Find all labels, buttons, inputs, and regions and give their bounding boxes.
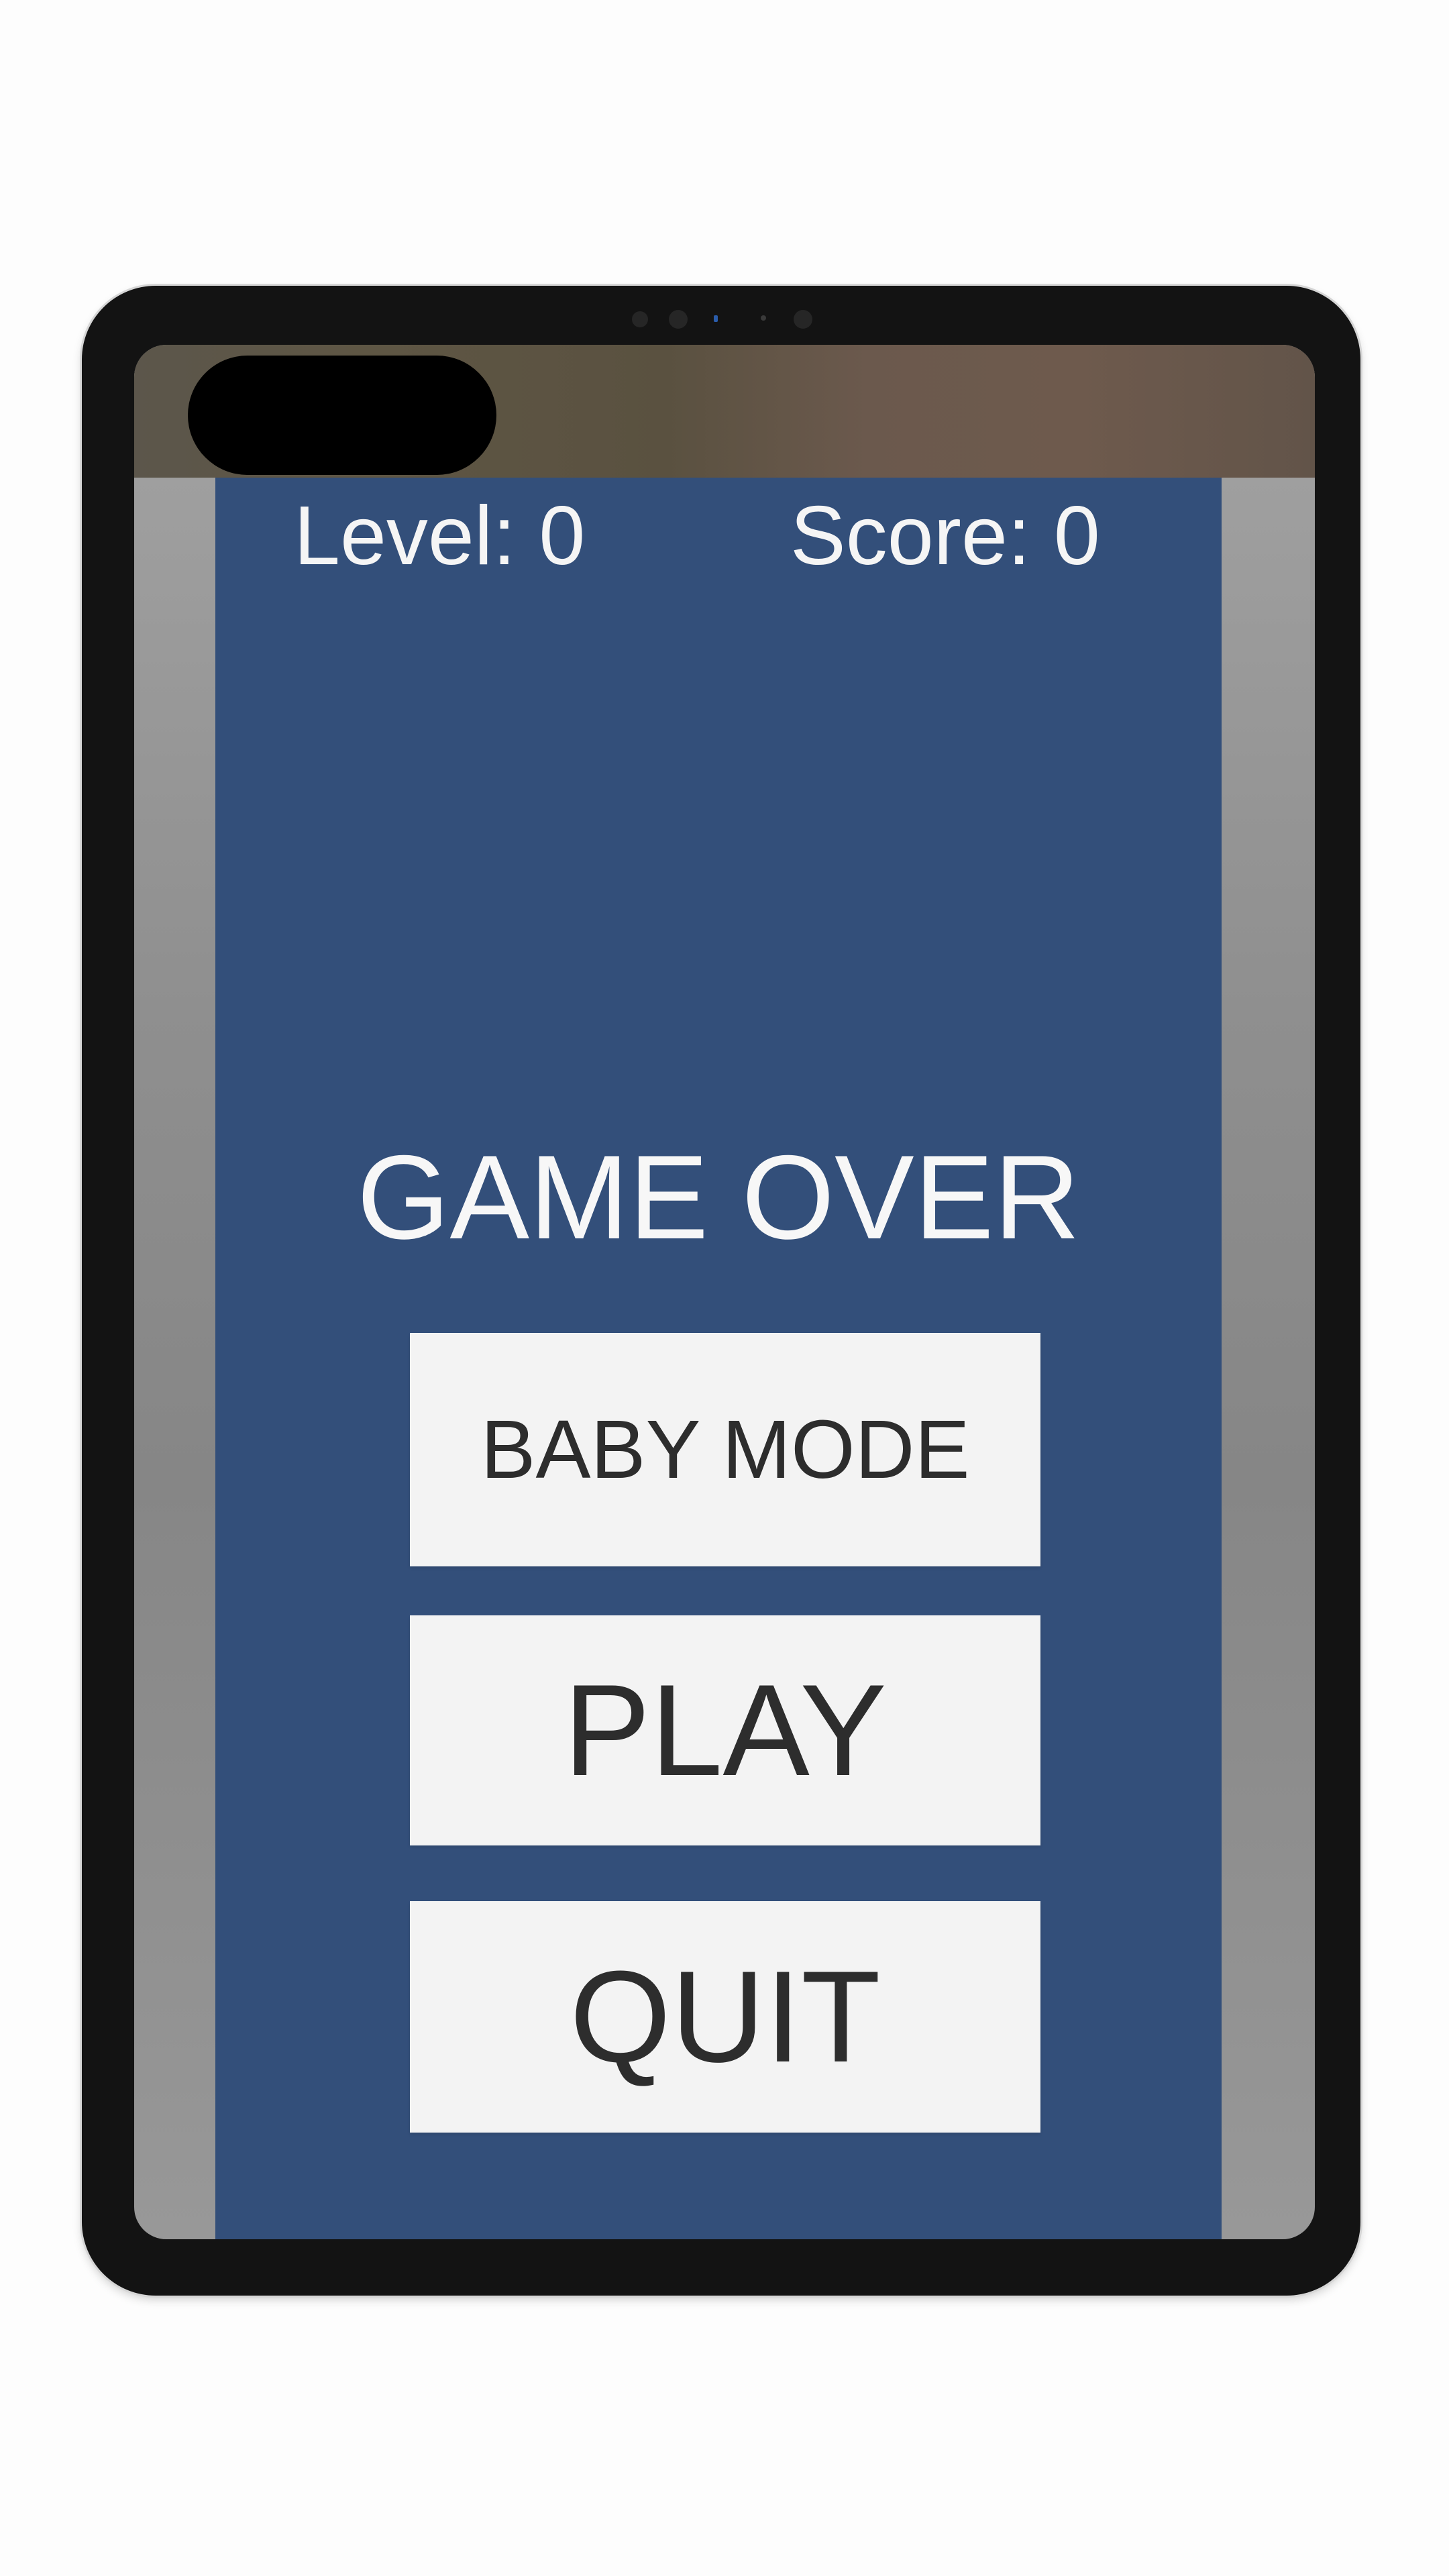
game-panel: Level: 0 Score: 0 GAME OVER BABY MODE PL… — [215, 478, 1222, 2239]
baby-mode-button[interactable]: BABY MODE — [410, 1333, 1040, 1566]
play-button[interactable]: PLAY — [410, 1615, 1040, 1845]
camera-lens-icon — [714, 315, 718, 322]
screen: Level: 0 Score: 0 GAME OVER BABY MODE PL… — [134, 345, 1315, 2239]
camera-dot-icon — [669, 310, 688, 329]
game-over-title: GAME OVER — [356, 1130, 1081, 1264]
camera-bar — [632, 299, 914, 333]
tablet-frame: Level: 0 Score: 0 GAME OVER BABY MODE PL… — [82, 286, 1360, 2296]
score-label: Score: 0 — [790, 490, 1100, 582]
camera-cutout — [188, 356, 496, 475]
camera-dot-icon — [794, 310, 812, 329]
sensor-dot-icon — [761, 315, 766, 321]
quit-button[interactable]: QUIT — [410, 1901, 1040, 2133]
camera-dot-icon — [632, 311, 648, 327]
background-image-strip — [134, 345, 1315, 478]
level-label: Level: 0 — [294, 490, 586, 582]
